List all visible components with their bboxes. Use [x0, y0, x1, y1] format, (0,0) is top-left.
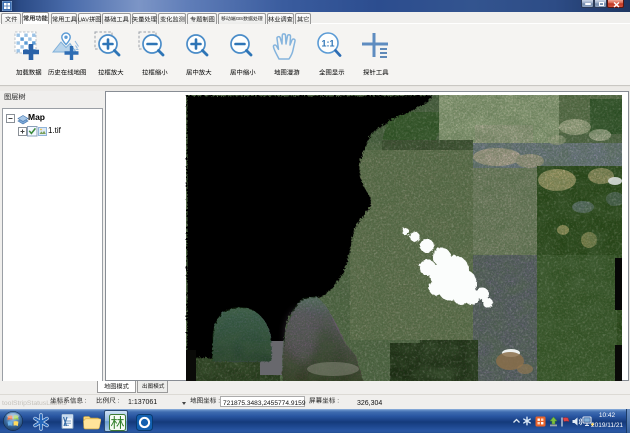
svg-text::: : [337, 398, 339, 405]
svg-text:Map: Map [28, 112, 45, 122]
svg-text::: : [118, 398, 120, 405]
svg-text:1:1: 1:1 [321, 39, 334, 49]
svg-text:1:137061: 1:137061 [128, 399, 157, 406]
svg-text::: : [85, 398, 87, 405]
svg-text:V: V [85, 17, 89, 23]
svg-text:S: S [240, 16, 243, 21]
svg-text:326,304: 326,304 [357, 400, 382, 407]
svg-text:1.tif: 1.tif [48, 126, 62, 135]
svg-text:721875.3483,2455774.9159: 721875.3483,2455774.9159 [223, 400, 306, 407]
